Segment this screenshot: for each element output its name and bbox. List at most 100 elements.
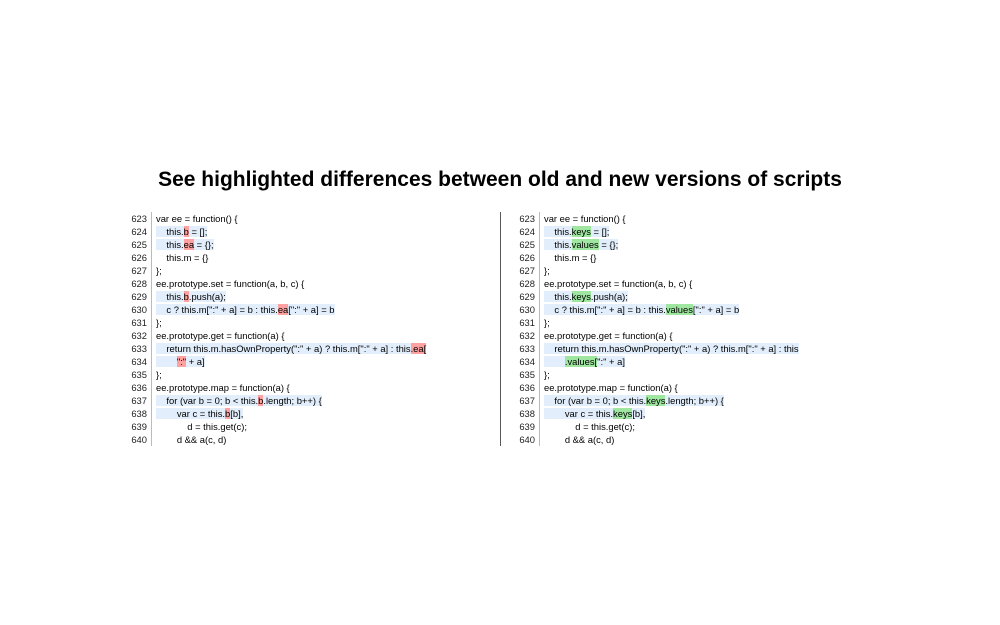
line-number: 637 <box>126 394 152 407</box>
code-row: 635}; <box>514 368 874 381</box>
code-cell: ee.prototype.map = function(a) { <box>540 381 874 394</box>
line-number: 639 <box>126 420 152 433</box>
added-token: keys <box>646 395 665 406</box>
code-token: [":" + a] = b <box>693 304 739 315</box>
code-cell: c ? this.m[":" + a] = b : this.ea[":" + … <box>152 303 486 316</box>
code-token: .push(a); <box>189 291 226 302</box>
code-token: var c = this. <box>544 408 613 419</box>
code-row: 636 ee.prototype.map = function(a) { <box>126 381 486 394</box>
code-cell: this.ea = {}; <box>152 238 486 251</box>
line-number: 629 <box>126 290 152 303</box>
code-row: 633 return this.m.hasOwnProperty(":" + a… <box>514 342 874 355</box>
code-cell: var c = this.b[b], <box>152 407 486 420</box>
line-number: 632 <box>514 329 540 342</box>
line-number: 625 <box>126 238 152 251</box>
code-token: ":" + a] <box>597 356 625 367</box>
diff-pane-old: 623var ee = function() {624 this.b = [];… <box>126 212 486 446</box>
highlight-line: this.ea = {}; <box>156 239 214 250</box>
code-row: 626 this.m = {} <box>126 251 486 264</box>
highlight-line: for (var b = 0; b < this.b.length; b++) … <box>156 395 322 406</box>
code-token: [b], <box>230 408 243 419</box>
highlight-line: return this.m.hasOwnProperty(":" + a) ? … <box>156 343 426 354</box>
code-row: 637 for (var b = 0; b < this.keys.length… <box>514 394 874 407</box>
code-row: 636 ee.prototype.map = function(a) { <box>514 381 874 394</box>
code-cell: ee.prototype.get = function(a) { <box>152 329 486 342</box>
code-cell: .values[":" + a] <box>540 355 874 368</box>
code-cell: this.keys.push(a); <box>540 290 874 303</box>
highlight-line: return this.m.hasOwnProperty(":" + a) ? … <box>544 343 799 354</box>
code-row: 639 d = this.get(c); <box>514 420 874 433</box>
code-cell: return this.m.hasOwnProperty(":" + a) ? … <box>540 342 874 355</box>
code-token: this. <box>156 226 184 237</box>
code-cell: this.m = {} <box>540 251 874 264</box>
code-token: var ee = function() { <box>156 213 238 224</box>
code-token: d = this.get(c); <box>156 421 247 432</box>
code-cell: }; <box>152 316 486 329</box>
code-row: 632ee.prototype.get = function(a) { <box>514 329 874 342</box>
code-row: 628ee.prototype.set = function(a, b, c) … <box>126 277 486 290</box>
code-cell: }; <box>540 368 874 381</box>
deleted-token: .ea[ <box>411 343 427 354</box>
code-cell: ee.prototype.set = function(a, b, c) { <box>540 277 874 290</box>
code-cell: for (var b = 0; b < this.keys.length; b+… <box>540 394 874 407</box>
highlight-line: c ? this.m[":" + a] = b : this.ea[":" + … <box>156 304 335 315</box>
code-token: ee.prototype.map = function(a) { <box>156 382 290 393</box>
code-row: 623var ee = function() { <box>514 212 874 225</box>
code-cell: this.m = {} <box>152 251 486 264</box>
code-cell: this.keys = []; <box>540 225 874 238</box>
code-row: 639 d = this.get(c); <box>126 420 486 433</box>
code-token: this. <box>544 239 572 250</box>
line-number: 636 <box>514 381 540 394</box>
code-token: = {}; <box>194 239 214 250</box>
line-number: 638 <box>514 407 540 420</box>
line-number: 636 <box>126 381 152 394</box>
code-token: return this.m.hasOwnProperty(":" + a) ? … <box>156 343 411 354</box>
line-number: 632 <box>126 329 152 342</box>
code-row: 634 .values[":" + a] <box>514 355 874 368</box>
added-token: values <box>572 239 599 250</box>
code-row: 637 for (var b = 0; b < this.b.length; b… <box>126 394 486 407</box>
code-token: this. <box>156 239 184 250</box>
line-number: 635 <box>514 368 540 381</box>
diff-pane-new: 623var ee = function() {624 this.keys = … <box>514 212 874 446</box>
code-row: 640 d && a(c, d) <box>514 433 874 446</box>
code-token: ee.prototype.set = function(a, b, c) { <box>544 278 692 289</box>
line-number: 625 <box>514 238 540 251</box>
code-row: 632ee.prototype.get = function(a) { <box>126 329 486 342</box>
code-token: return this.m.hasOwnProperty(":" + a) ? … <box>544 343 799 354</box>
line-number: 626 <box>514 251 540 264</box>
line-number: 633 <box>514 342 540 355</box>
code-row: 631}; <box>126 316 486 329</box>
code-token: for (var b = 0; b < this. <box>156 395 258 406</box>
code-token: + a] <box>186 356 205 367</box>
code-row: 629 this.b.push(a); <box>126 290 486 303</box>
code-cell: ":" + a] <box>152 355 486 368</box>
line-number: 631 <box>514 316 540 329</box>
code-token: for (var b = 0; b < this. <box>544 395 646 406</box>
code-cell: this.values = {}; <box>540 238 874 251</box>
code-row: 624 this.keys = []; <box>514 225 874 238</box>
code-token: c ? this.m[":" + a] = b : this. <box>544 304 666 315</box>
code-token: ee.prototype.set = function(a, b, c) { <box>156 278 304 289</box>
code-row: 629 this.keys.push(a); <box>514 290 874 303</box>
code-token: }; <box>156 369 162 380</box>
deleted-token: ea <box>278 304 288 315</box>
added-token: keys <box>572 226 591 237</box>
line-number: 638 <box>126 407 152 420</box>
code-row: 633 return this.m.hasOwnProperty(":" + a… <box>126 342 486 355</box>
code-row: 640 d && a(c, d) <box>126 433 486 446</box>
highlight-line: var c = this.b[b], <box>156 408 243 419</box>
code-token: ee.prototype.map = function(a) { <box>544 382 678 393</box>
code-token: this. <box>544 291 572 302</box>
code-cell: c ? this.m[":" + a] = b : this.values[":… <box>540 303 874 316</box>
code-row: 638 var c = this.keys[b], <box>514 407 874 420</box>
code-row: 625 this.values = {}; <box>514 238 874 251</box>
line-number: 629 <box>514 290 540 303</box>
code-token: }; <box>544 265 550 276</box>
code-token <box>544 356 565 367</box>
code-row: 624 this.b = []; <box>126 225 486 238</box>
line-number: 637 <box>514 394 540 407</box>
code-token: }; <box>544 369 550 380</box>
line-number: 640 <box>514 433 540 446</box>
code-token: this. <box>544 226 572 237</box>
